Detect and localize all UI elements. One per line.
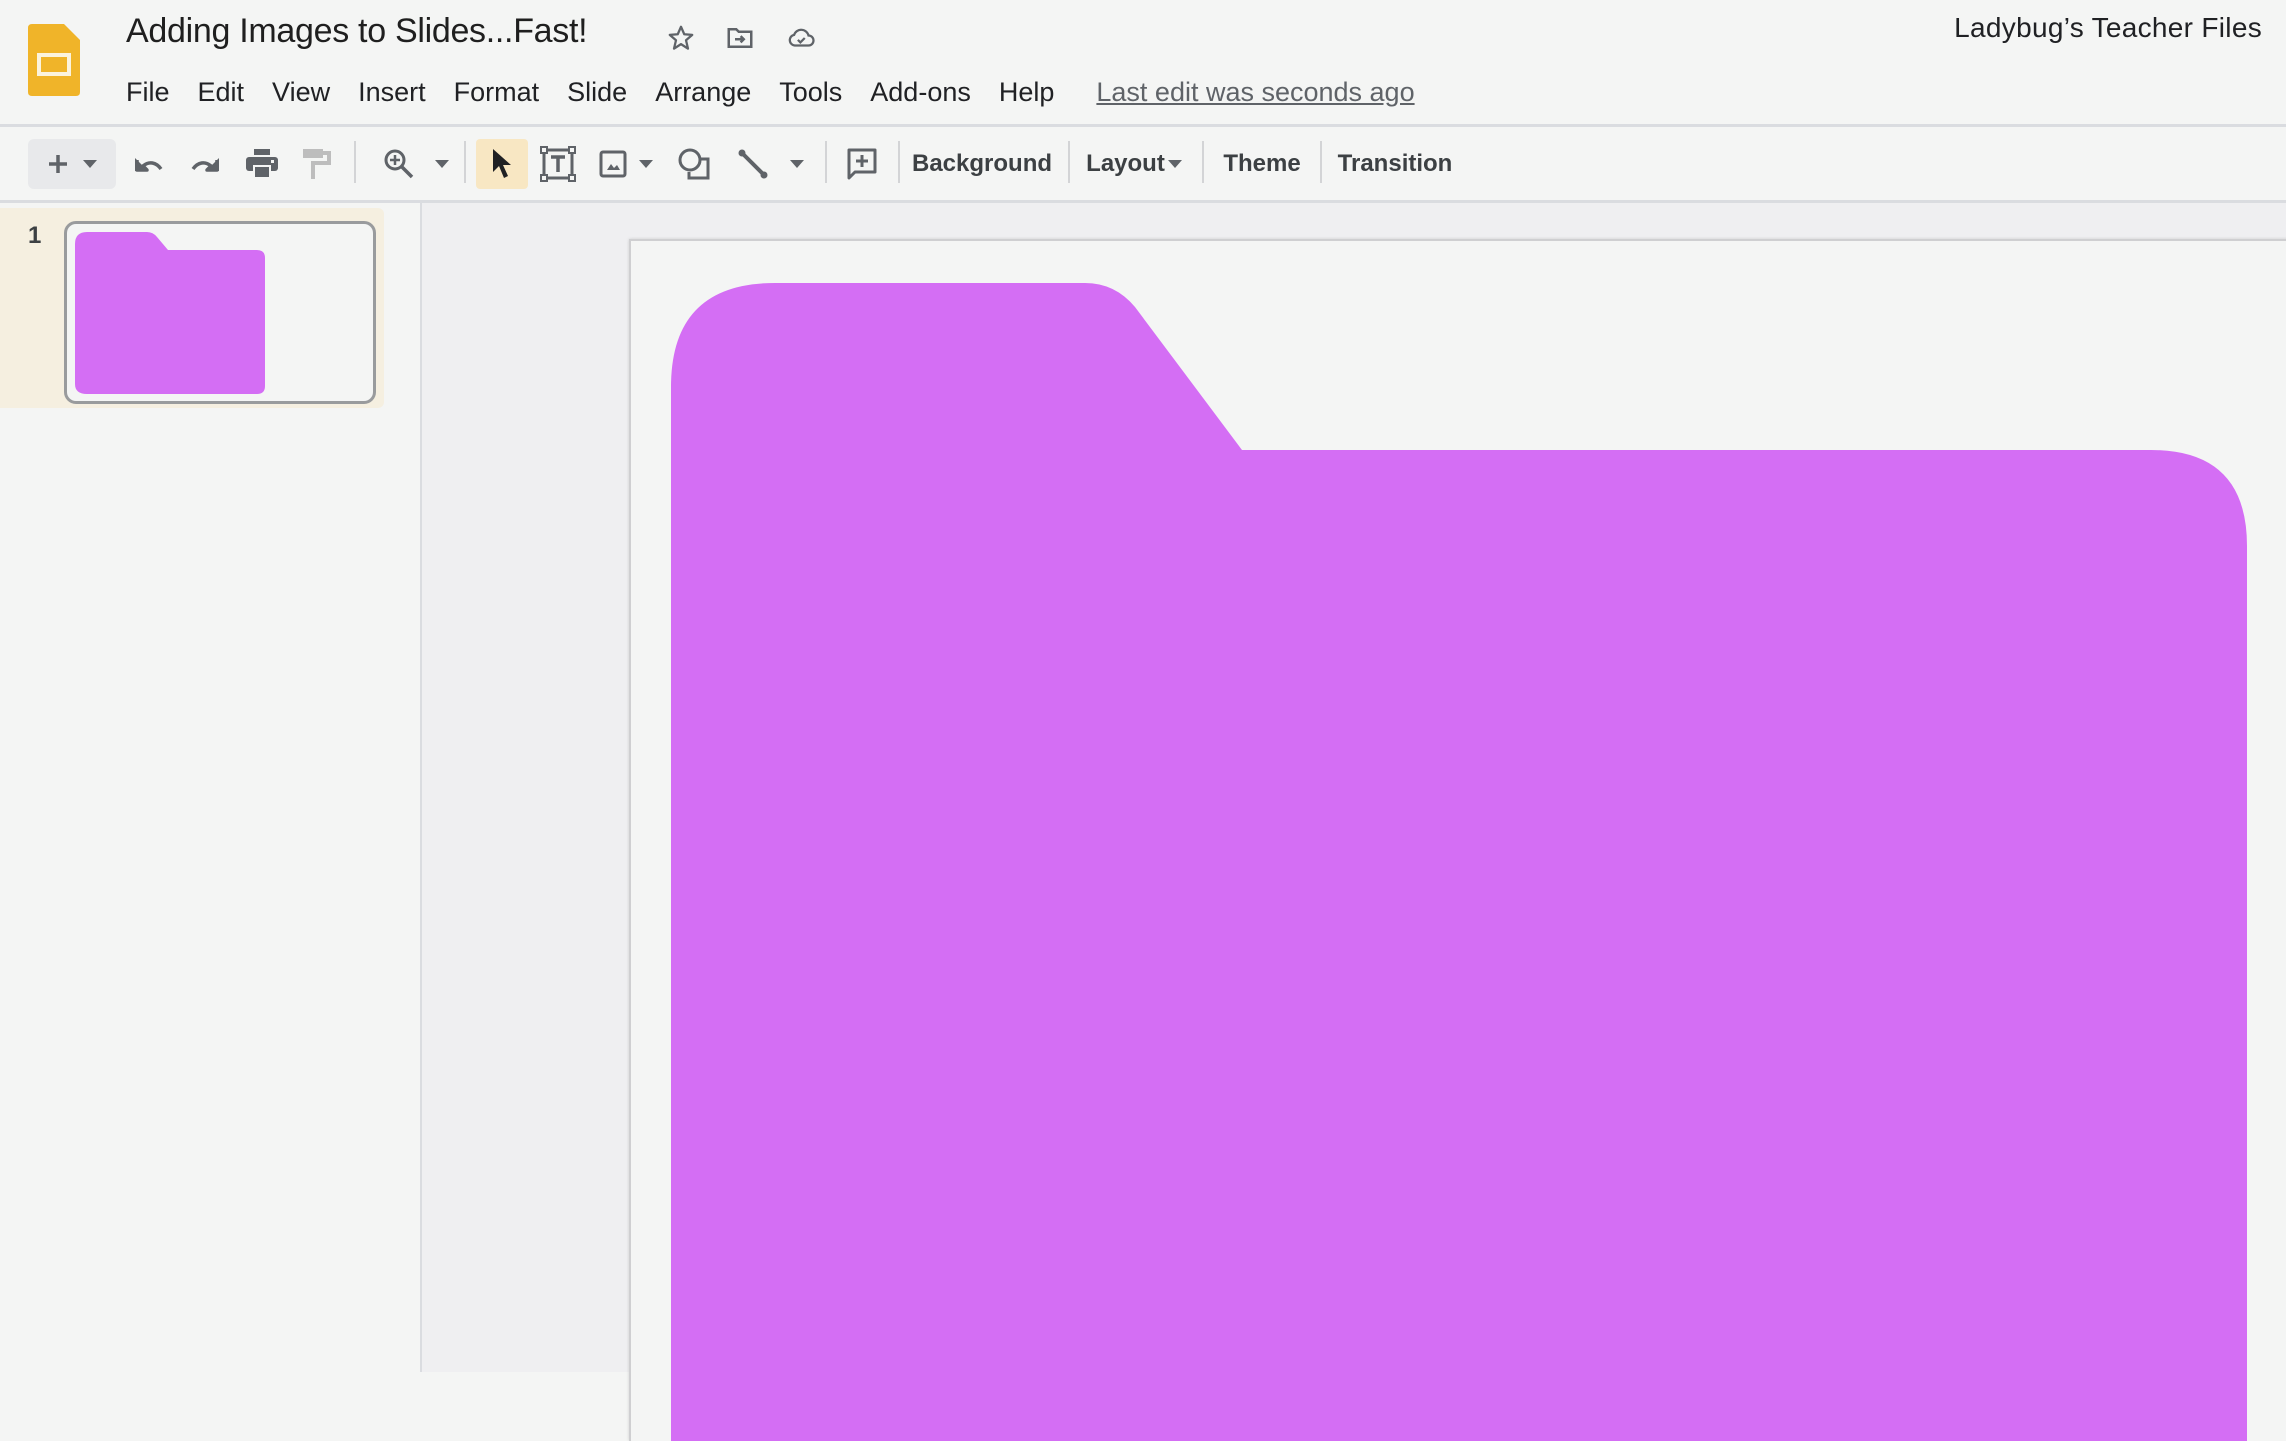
menu-add-ons[interactable]: Add-ons [856, 77, 985, 108]
theme-button[interactable]: Theme [1216, 139, 1308, 189]
transition-label: Transition [1337, 150, 1453, 177]
insert-image-button[interactable] [596, 139, 656, 189]
menu-bar: File Edit View Insert Format Slide Arran… [112, 72, 1415, 112]
print-button[interactable] [244, 139, 280, 189]
dropdown-arrow-icon[interactable] [790, 160, 804, 168]
thumbnail-folder-shape [75, 232, 265, 394]
cloud-saved-icon[interactable] [783, 20, 819, 56]
text-box-icon [540, 146, 576, 182]
zoom-button[interactable] [376, 139, 456, 189]
redo-button[interactable] [188, 139, 224, 189]
undo-icon [131, 152, 165, 176]
line-icon [738, 149, 768, 179]
text-box-button[interactable] [538, 139, 578, 189]
menu-format[interactable]: Format [440, 77, 554, 108]
slide-filmstrip: 1 [0, 203, 422, 1372]
undo-button[interactable] [130, 139, 166, 189]
menu-slide[interactable]: Slide [553, 77, 641, 108]
select-tool-button[interactable] [476, 139, 528, 189]
paint-format-button[interactable] [302, 139, 332, 189]
layout-button[interactable]: Layout [1082, 139, 1186, 189]
toolbar-divider [1320, 141, 1322, 183]
line-button[interactable] [734, 139, 808, 189]
new-slide-icon [47, 153, 69, 175]
star-icon[interactable] [663, 20, 699, 56]
select-cursor-icon [491, 148, 513, 180]
layout-label: Layout [1086, 150, 1165, 177]
transition-button[interactable]: Transition [1334, 139, 1456, 189]
background-button[interactable]: Background [912, 139, 1052, 189]
toolbar-divider [825, 141, 827, 183]
dropdown-arrow-icon[interactable] [639, 160, 653, 168]
toolbar-divider [1202, 141, 1204, 183]
redo-icon [189, 152, 223, 176]
toolbar-divider [1068, 141, 1070, 183]
menu-view[interactable]: View [258, 77, 344, 108]
slide-canvas [422, 203, 2286, 1441]
new-slide-button[interactable] [28, 139, 116, 189]
slide-number: 1 [28, 222, 42, 249]
app-header: Adding Images to Slides...Fast! File Edi… [0, 0, 2286, 127]
menu-arrange[interactable]: Arrange [641, 77, 765, 108]
slide-editor[interactable] [629, 239, 2286, 1441]
dropdown-arrow-icon [1167, 160, 1182, 168]
menu-tools[interactable]: Tools [765, 77, 856, 108]
document-title[interactable]: Adding Images to Slides...Fast! [126, 12, 588, 51]
dropdown-arrow-icon[interactable] [435, 160, 449, 168]
menu-file[interactable]: File [112, 77, 184, 108]
toolbar-divider [898, 141, 900, 183]
add-comment-button[interactable] [842, 139, 882, 189]
print-icon [245, 149, 279, 179]
menu-insert[interactable]: Insert [344, 77, 440, 108]
menu-help[interactable]: Help [985, 77, 1069, 108]
folder-shape[interactable] [631, 241, 2286, 1441]
toolbar-divider [354, 141, 356, 183]
theme-label: Theme [1223, 150, 1301, 177]
move-to-folder-icon[interactable] [722, 20, 758, 56]
zoom-icon [383, 148, 415, 180]
add-comment-icon [846, 147, 878, 181]
slides-logo-icon[interactable] [28, 24, 80, 96]
account-name[interactable]: Ladybug’s Teacher Files [1954, 12, 2262, 44]
menu-edit[interactable]: Edit [184, 77, 259, 108]
dropdown-arrow-icon[interactable] [83, 160, 97, 168]
toolbar: Background Layout Theme Transition [0, 127, 2286, 203]
shape-button[interactable] [676, 139, 712, 189]
paint-format-icon [303, 149, 331, 179]
slide-thumbnail-item[interactable]: 1 [0, 208, 384, 408]
last-edit-status-link[interactable]: Last edit was seconds ago [1096, 77, 1414, 108]
image-icon [599, 150, 627, 178]
slide-thumbnail[interactable] [64, 221, 376, 404]
background-label: Background [912, 150, 1053, 177]
toolbar-divider [464, 141, 466, 183]
shape-icon [677, 147, 711, 181]
